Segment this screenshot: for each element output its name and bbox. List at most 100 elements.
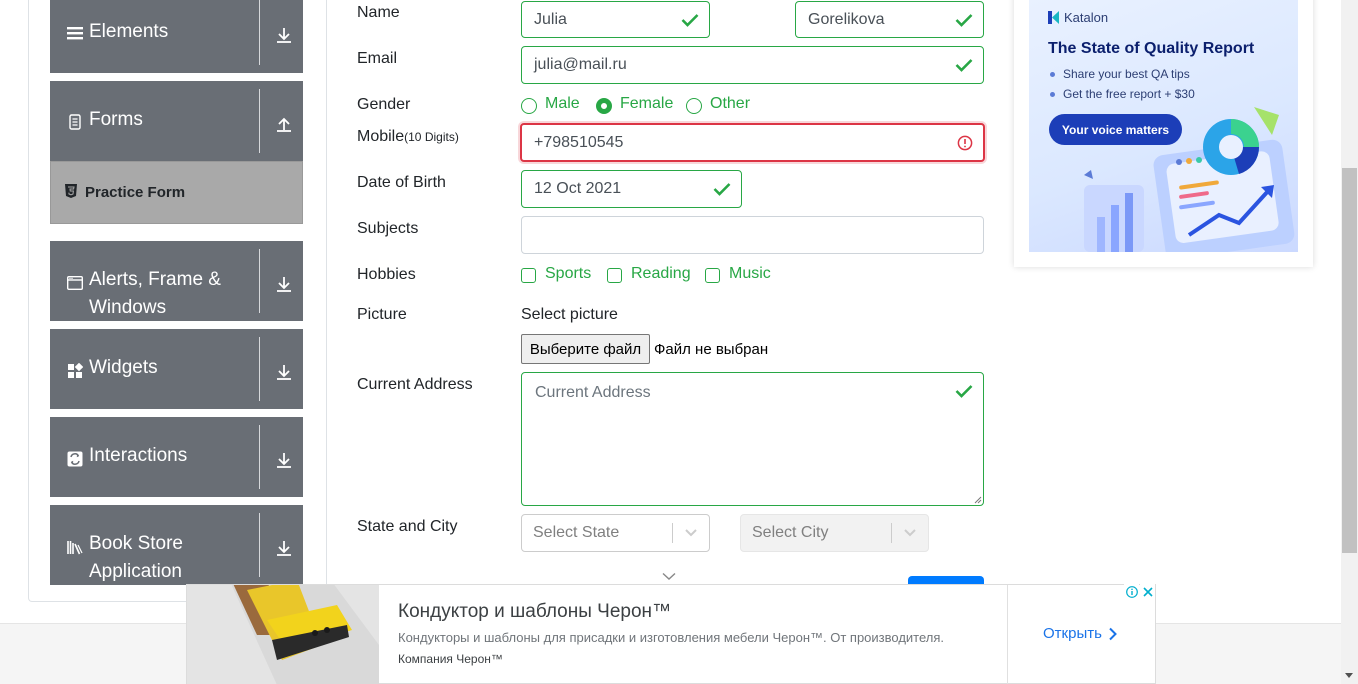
divider [1007, 585, 1008, 684]
mobile-label-text: Mobile [357, 128, 405, 145]
current-address-textarea[interactable]: Current Address [521, 372, 984, 506]
hobby-checkbox-music[interactable]: Music [705, 265, 775, 287]
ad-close-button[interactable] [1140, 584, 1155, 599]
close-icon [1142, 586, 1153, 597]
arrow-down-icon[interactable] [275, 26, 293, 44]
state-city-label: State and City [357, 518, 458, 535]
books-icon [67, 541, 83, 555]
sidebar-group-label: Widgets [89, 357, 158, 378]
arrow-down-icon[interactable] [275, 539, 293, 557]
scroll-down-arrow-icon[interactable] [1344, 671, 1354, 679]
sidebar-group-book-store[interactable]: Book Store Application [50, 505, 303, 585]
check-icon [713, 183, 731, 196]
divider [259, 0, 260, 65]
checkbox-box [521, 268, 536, 283]
dob-input[interactable]: 12 Oct 2021 [521, 170, 742, 208]
check-icon [681, 13, 699, 27]
email-input[interactable]: julia@mail.ru [521, 46, 984, 84]
city-select[interactable]: Select City [740, 514, 929, 552]
sidebar-group-forms[interactable]: Forms [50, 81, 303, 161]
radio-label: Other [710, 95, 751, 112]
sidebar-group-elements[interactable]: Elements [50, 0, 303, 73]
divider [259, 337, 260, 401]
checkbox-box [607, 268, 622, 283]
hobby-checkbox-sports[interactable]: Sports [521, 265, 596, 287]
hobbies-label: Hobbies [357, 266, 416, 283]
dob-label: Date of Birth [357, 174, 446, 191]
ad-open-button[interactable]: Открыть [1043, 625, 1117, 642]
check-icon [955, 59, 973, 72]
ad-choices [1124, 584, 1156, 600]
picture-label: Picture [357, 306, 407, 323]
divider [259, 513, 260, 577]
mobile-value: +798510545 [534, 133, 624, 151]
checkbox-label: Sports [545, 265, 592, 282]
interactions-icon [67, 451, 83, 467]
arrow-down-icon[interactable] [275, 363, 293, 381]
chevron-down-icon [685, 529, 697, 537]
checkbox-label: Reading [631, 265, 691, 282]
sidebar-group-label: Application [89, 561, 182, 582]
gender-radio-female[interactable]: Female [596, 95, 676, 117]
divider [259, 89, 260, 153]
chevron-right-icon [1109, 627, 1117, 640]
chevron-down-icon [904, 529, 916, 537]
divider [259, 425, 260, 489]
practice-form-page: Elements Forms Practice Form Alerts, Fra… [0, 0, 1358, 684]
ad-bullet: Share your best QA tips [1050, 67, 1190, 81]
mobile-hint: (10 Digits) [404, 130, 459, 144]
address-placeholder: Current Address [535, 384, 651, 401]
last-name-input[interactable]: Gorelikova [795, 1, 984, 38]
ad-headline[interactable]: Кондуктор и шаблоны Черон™ [398, 601, 671, 623]
sidebar-group-label: Alerts, Frame & [89, 269, 221, 290]
sidebar-group-interactions[interactable]: Interactions [50, 417, 303, 497]
gender-radio-other[interactable]: Other [686, 95, 756, 117]
subjects-label: Subjects [357, 220, 419, 237]
arrow-up-icon[interactable] [275, 115, 293, 133]
katalon-logo-icon [1048, 11, 1059, 24]
checkbox-box [705, 268, 720, 283]
first-name-value: Julia [534, 10, 567, 28]
scrollbar-thumb[interactable] [1342, 168, 1357, 553]
radio-circle [686, 98, 702, 114]
jig-product-icon [187, 585, 379, 684]
submit-button[interactable] [908, 576, 984, 584]
sidebar-group-alerts[interactable]: Alerts, Frame & Windows [50, 241, 303, 321]
hobby-checkbox-reading[interactable]: Reading [607, 265, 692, 287]
sidebar-group-label: Book Store [89, 533, 183, 554]
katalon-logo: Katalon [1048, 10, 1108, 25]
arrow-down-icon[interactable] [275, 275, 293, 293]
document-icon [69, 114, 81, 130]
choose-file-button[interactable]: Выберите файл [521, 334, 650, 364]
chevron-down-icon [662, 572, 676, 580]
sidebar-group-widgets[interactable]: Widgets [50, 329, 303, 409]
gender-radio-male[interactable]: Male [521, 95, 591, 117]
side-ad-banner[interactable]: Katalon The State of Quality Report Shar… [1029, 0, 1298, 252]
mobile-label: Mobile(10 Digits) [357, 128, 459, 146]
list-icon [67, 27, 83, 40]
bottom-ad-banner[interactable]: Кондуктор и шаблоны Черон™ Кондукторы и … [186, 584, 1156, 684]
subjects-input[interactable] [521, 216, 984, 254]
file-status: Файл не выбран [654, 341, 769, 358]
window-icon [67, 276, 83, 290]
sidebar-item-practice-form[interactable]: Practice Form [50, 161, 303, 224]
ad-advertiser: Компания Черон™ [398, 652, 503, 666]
mobile-input[interactable]: +798510545 [520, 123, 985, 162]
resize-grip-icon[interactable] [974, 496, 982, 504]
html5-icon [65, 184, 77, 198]
ad-brand: Katalon [1064, 10, 1109, 25]
first-name-input[interactable]: Julia [521, 1, 710, 38]
arrow-down-icon[interactable] [275, 451, 293, 469]
sidebar-group-label: Elements [89, 21, 169, 42]
adchoices-info-button[interactable] [1124, 584, 1139, 599]
checkbox-label: Music [729, 265, 771, 282]
sidebar-group-label: Windows [89, 297, 167, 318]
widgets-icon [68, 363, 83, 378]
sidebar-group-label: Interactions [89, 445, 188, 466]
state-select[interactable]: Select State [521, 514, 710, 552]
select-picture-caption: Select picture [521, 306, 618, 323]
ad-title: The State of Quality Report [1048, 40, 1255, 57]
error-icon [957, 135, 973, 150]
name-label: Name [357, 4, 400, 21]
divider [891, 523, 892, 543]
